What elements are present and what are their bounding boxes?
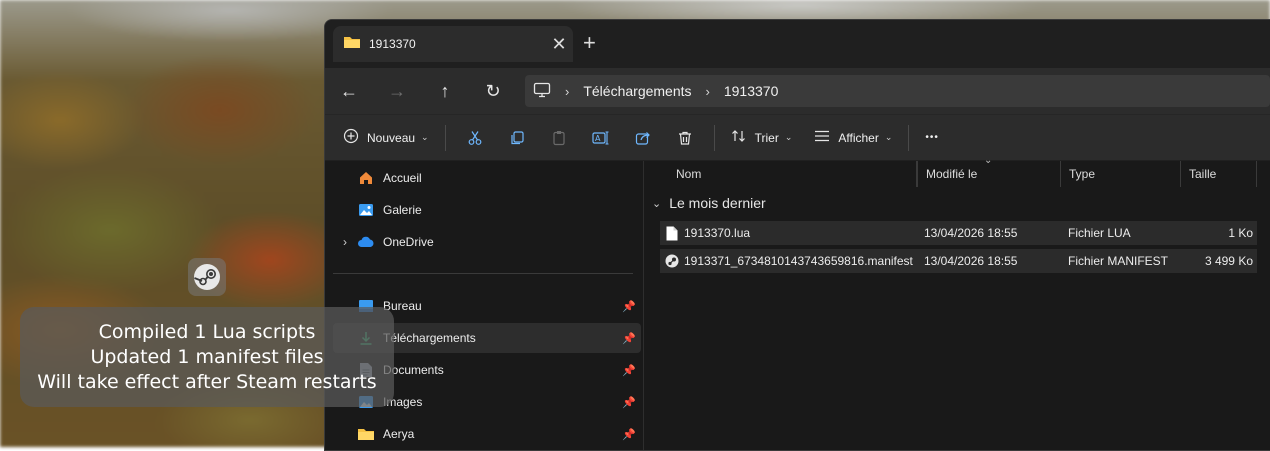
sidebar-divider <box>333 273 633 274</box>
notification-line: Will take effect after Steam restarts <box>37 370 377 393</box>
steam-icon <box>665 249 679 273</box>
chevron-down-icon: ⌄ <box>884 132 893 142</box>
pin-icon[interactable]: 📌 <box>617 300 641 313</box>
file-size: 1 Ko <box>1228 226 1253 240</box>
share-icon[interactable] <box>622 122 664 154</box>
toolbar-divider <box>444 124 446 151</box>
toolbar-divider <box>908 124 910 151</box>
sidebar-item-label: Aerya <box>383 427 415 441</box>
sidebar-item-label: Galerie <box>383 203 422 217</box>
this-pc-icon[interactable] <box>533 82 551 101</box>
sort-button-label: Trier <box>754 130 779 145</box>
refresh-icon[interactable]: ↻ <box>469 81 517 102</box>
address-bar[interactable]: › Téléchargements › 1913370 <box>525 75 1270 107</box>
sidebar-item-label: OneDrive <box>383 235 434 249</box>
cut-icon[interactable] <box>454 122 496 154</box>
group-header-label: Le mois dernier <box>669 195 766 211</box>
file-type: Fichier LUA <box>1068 226 1131 240</box>
sidebar-item-label: Bureau <box>383 299 422 313</box>
more-options-button[interactable]: ••• <box>917 122 947 154</box>
new-button-label: Nouveau <box>367 130 416 145</box>
notification-line: Updated 1 manifest files <box>90 345 324 368</box>
explorer-body: Accueil Galerie › OneDrive Bureau 📌 Télé… <box>325 155 1270 450</box>
paste-icon[interactable] <box>538 122 580 154</box>
column-header-size[interactable]: Taille <box>1181 161 1257 187</box>
breadcrumb-separator: › <box>565 83 570 99</box>
sort-arrows-icon <box>731 129 747 146</box>
chevron-down-icon: ⌄ <box>784 132 793 142</box>
tab-bar: 1913370 ✕ + <box>325 20 1270 68</box>
delete-icon[interactable] <box>664 122 706 154</box>
file-name: 1913371_6734810143743659816.manifest <box>684 254 913 268</box>
file-explorer-window: 1913370 ✕ + ← → ↑ ↻ › Téléchargements › … <box>324 19 1270 451</box>
close-tab-icon[interactable]: ✕ <box>545 34 573 55</box>
folder-icon <box>343 35 361 54</box>
file-list-pane: Nom Modifié le Type Taille ⌄ ⌄ Le mois d… <box>644 155 1270 450</box>
notification-line: Compiled 1 Lua scripts <box>98 320 316 343</box>
up-arrow-icon[interactable]: ↑ <box>421 81 469 102</box>
column-header-type[interactable]: Type <box>1061 161 1181 187</box>
svg-text:A: A <box>595 134 601 143</box>
new-tab-button[interactable]: + <box>583 30 596 56</box>
file-icon <box>666 221 678 245</box>
column-header-name[interactable]: Nom <box>644 161 917 187</box>
back-arrow-icon[interactable]: ← <box>325 81 373 102</box>
sidebar-item-home[interactable]: Accueil <box>333 163 641 193</box>
file-row[interactable]: 1913370.lua 13/04/2026 18:55 Fichier LUA… <box>660 221 1257 245</box>
sidebar-item-onedrive[interactable]: › OneDrive <box>333 227 641 257</box>
view-button[interactable]: Afficher ⌄ <box>806 122 900 154</box>
breadcrumb-separator: › <box>705 83 710 99</box>
rename-icon[interactable]: A <box>580 122 622 154</box>
gallery-icon <box>357 201 375 219</box>
list-view-icon <box>814 130 830 145</box>
new-button[interactable]: Nouveau ⌄ <box>335 122 437 154</box>
sort-indicator-icon: ⌄ <box>984 155 993 166</box>
tab-1913370[interactable]: 1913370 ✕ <box>333 26 573 62</box>
steam-logo-icon <box>188 258 226 296</box>
sidebar-item-label: Accueil <box>383 171 422 185</box>
breadcrumb-current-folder[interactable]: 1913370 <box>724 83 779 99</box>
chevron-down-icon: ⌄ <box>652 197 662 210</box>
command-bar: Nouveau ⌄ A Trier ⌄ Afficher ⌄ ••• <box>325 114 1270 160</box>
copy-icon[interactable] <box>496 122 538 154</box>
file-size: 3 499 Ko <box>1204 254 1253 268</box>
pin-icon[interactable]: 📌 <box>617 428 641 441</box>
navigation-bar: ← → ↑ ↻ › Téléchargements › 1913370 <box>325 68 1270 114</box>
view-button-label: Afficher <box>838 130 879 145</box>
folder-icon <box>357 425 375 443</box>
pin-icon[interactable]: 📌 <box>617 396 641 409</box>
chevron-right-icon[interactable]: › <box>333 235 357 249</box>
cloud-icon <box>357 233 375 251</box>
chevron-down-icon: ⌄ <box>421 132 429 142</box>
file-row[interactable]: 1913371_6734810143743659816.manifest 13/… <box>660 249 1257 273</box>
file-type: Fichier MANIFEST <box>1068 254 1169 268</box>
file-name: 1913370.lua <box>684 226 751 240</box>
sidebar-item-label: Documents <box>383 363 444 377</box>
group-header-last-month[interactable]: ⌄ Le mois dernier <box>652 195 766 211</box>
forward-arrow-icon[interactable]: → <box>373 81 421 102</box>
toolbar-divider <box>713 124 715 151</box>
file-modified: 13/04/2026 18:55 <box>924 226 1018 240</box>
pin-icon[interactable]: 📌 <box>617 364 641 377</box>
steam-notification-toast: Compiled 1 Lua scripts Updated 1 manifes… <box>20 307 394 407</box>
file-modified: 13/04/2026 18:55 <box>924 254 1018 268</box>
pin-icon[interactable]: 📌 <box>617 332 641 345</box>
sidebar-item-label: Téléchargements <box>383 331 476 345</box>
tab-title: 1913370 <box>369 37 416 51</box>
sidebar-item-aerya[interactable]: Aerya 📌 <box>333 419 641 449</box>
plus-circle-icon <box>343 128 359 147</box>
sidebar-item-gallery[interactable]: Galerie <box>333 195 641 225</box>
home-icon <box>357 169 375 187</box>
breadcrumb-downloads[interactable]: Téléchargements <box>583 83 691 99</box>
sort-button[interactable]: Trier ⌄ <box>723 122 801 154</box>
sidebar-item-label: Images <box>383 395 423 409</box>
